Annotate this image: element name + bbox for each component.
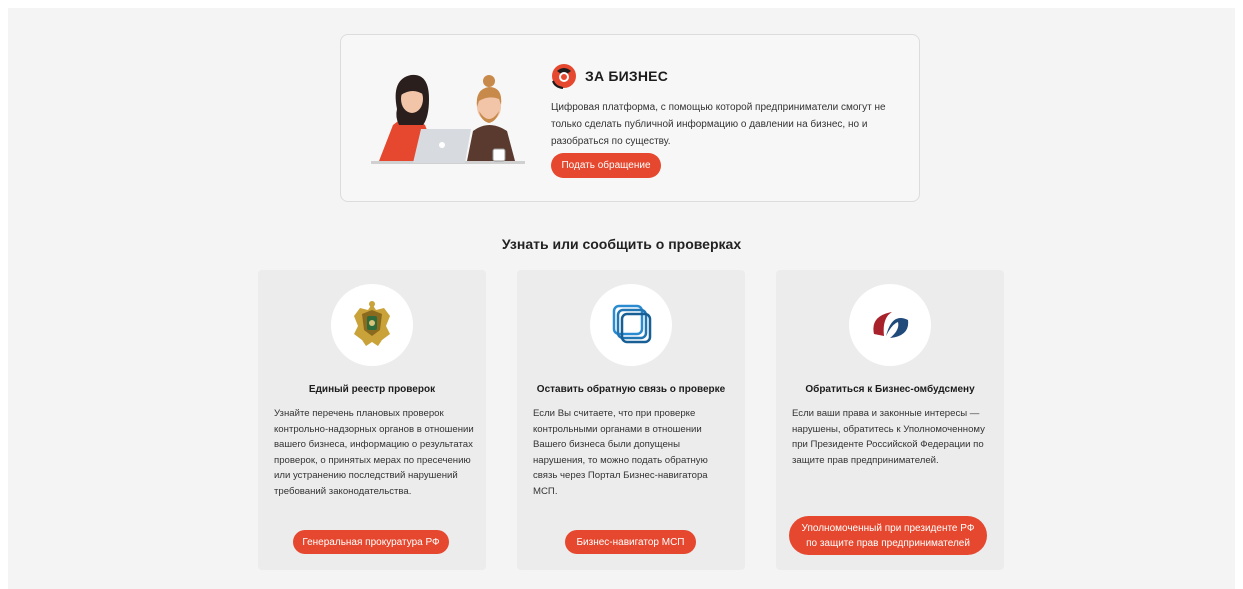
- section-title: Узнать или сообщить о проверках: [501, 236, 742, 252]
- card-text: Если Вы считаете, что при проверке контр…: [533, 408, 708, 497]
- card-text: Узнайте перечень плановых проверок контр…: [274, 408, 474, 497]
- card-title: Оставить обратную связь о проверке: [536, 384, 726, 395]
- ombudsman-logo-icon: [873, 312, 909, 338]
- za-biznes-logo-icon: [552, 64, 576, 89]
- ombudsman-button[interactable]: Уполномоченный при президенте РФ по защи…: [789, 516, 987, 555]
- msp-navigator-icon: [612, 304, 652, 344]
- brand: ЗА БИЗНЕС: [551, 63, 668, 89]
- msp-navigator-button[interactable]: Бизнес-навигатор МСП: [565, 530, 696, 554]
- card-inspection-registry: Единый реестр проверок Узнайте перечень …: [258, 270, 486, 570]
- card-title: Обратиться к Бизнес-омбудсмену: [805, 384, 975, 395]
- card-inspection-feedback: Оставить обратную связь о проверке Если …: [517, 270, 745, 570]
- za-biznes-banner: ЗА БИЗНЕС Цифровая платформа, с помощью …: [340, 34, 920, 202]
- prosecutor-office-button[interactable]: Генеральная прокуратура РФ: [293, 530, 449, 554]
- brand-name: ЗА БИЗНЕС: [585, 68, 669, 84]
- submit-appeal-button[interactable]: Подать обращение: [551, 153, 661, 178]
- banner-description: Цифровая платформа, с помощью которой пр…: [551, 102, 886, 147]
- people-laptop-illustration: [371, 74, 525, 164]
- card-icon-circle: [590, 284, 672, 366]
- card-icon-circle: [331, 284, 413, 366]
- card-business-ombudsman: Обратиться к Бизнес-омбудсмену Если ваши…: [776, 270, 1004, 570]
- card-text: Если ваши права и законные интересы — на…: [792, 408, 985, 466]
- prosecutor-emblem-icon: [354, 301, 390, 346]
- card-title: Единый реестр проверок: [308, 384, 436, 395]
- card-icon-circle: [849, 284, 931, 366]
